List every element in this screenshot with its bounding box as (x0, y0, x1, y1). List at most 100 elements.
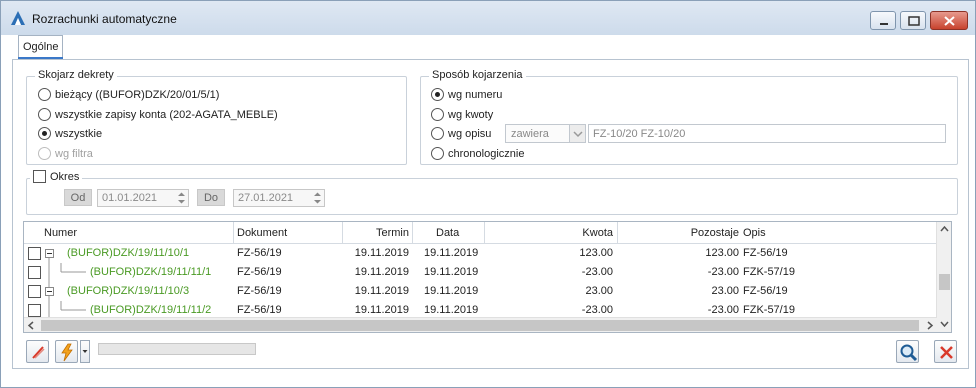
clear-button[interactable] (26, 340, 49, 363)
input-value: FZ-10/20 FZ-10/20 (593, 128, 686, 140)
tab-label: Ogólne (23, 41, 59, 53)
collapse-icon[interactable] (45, 287, 54, 296)
cell-termin: 19.11.2019 (354, 285, 409, 297)
radio-by-description[interactable]: wg opisu (431, 127, 491, 140)
cell-numer: (BUFOR)DZK/19/11/10/1 (67, 247, 190, 259)
cancel-button[interactable] (934, 340, 957, 363)
radio-indicator (431, 88, 444, 101)
close-icon (944, 16, 955, 26)
clear-icon (32, 346, 45, 359)
cell-kwota: 23.00 (585, 285, 613, 297)
description-operator-select[interactable]: zawiera (505, 124, 586, 143)
cell-termin: 19.11.2019 (354, 247, 409, 259)
column-header-pozostaje[interactable]: Pozostaje (619, 227, 739, 239)
radio-indicator (431, 127, 444, 140)
row-checkbox[interactable] (28, 266, 41, 279)
column-header-numer[interactable]: Numer (44, 227, 77, 239)
table-row[interactable]: (BUFOR)DZK/19/11/10/3 FZ-56/19 19.11.201… (24, 282, 937, 301)
cell-termin: 19.11.2019 (354, 266, 409, 278)
column-header-dokument[interactable]: Dokument (237, 227, 287, 239)
cell-data: 19.11.2019 (424, 247, 479, 259)
radio-indicator (38, 88, 51, 101)
scroll-right-icon[interactable] (927, 321, 934, 330)
description-input[interactable]: FZ-10/20 FZ-10/20 (588, 124, 946, 143)
minimize-icon (880, 23, 888, 25)
period-label: Okres (50, 170, 80, 183)
radio-indicator (38, 127, 51, 140)
settlements-table: Numer Dokument Termin Data Kwota Pozosta… (23, 221, 952, 333)
cancel-x-icon (940, 346, 953, 359)
period-checkbox[interactable] (33, 170, 46, 183)
table-row[interactable]: (BUFOR)DZK/19/11/10/1 FZ-56/19 19.11.201… (24, 244, 937, 263)
horizontal-scrollbar[interactable] (24, 317, 937, 332)
radio-all-account-entries[interactable]: wszystkie zapisy konta (202-AGATA_MEBLE) (38, 108, 278, 121)
maximize-button[interactable] (900, 11, 926, 30)
auto-match-dropdown[interactable] (80, 340, 90, 363)
radio-label: wszystkie (55, 127, 103, 140)
row-checkbox[interactable] (28, 247, 41, 260)
tab-ogolne[interactable]: Ogólne (18, 35, 63, 58)
column-header-termin[interactable]: Termin (344, 227, 409, 239)
cell-pozostaje: -23.00 (707, 266, 739, 278)
minimize-button[interactable] (870, 11, 896, 30)
radio-current[interactable]: bieżący ((BUFOR)DZK/20/01/5/1) (38, 88, 219, 101)
collapse-icon[interactable] (45, 249, 54, 258)
cell-dokument: FZ-56/19 (237, 285, 282, 297)
row-checkbox[interactable] (28, 285, 41, 298)
table-header: Numer Dokument Termin Data Kwota Pozosta… (24, 222, 937, 244)
scroll-down-icon[interactable] (940, 321, 949, 328)
row-checkbox[interactable] (28, 304, 41, 317)
cell-data: 19.11.2019 (424, 304, 479, 316)
spinner-icon[interactable] (312, 191, 323, 205)
radio-indicator (38, 108, 51, 121)
vertical-scrollbar[interactable] (936, 222, 951, 332)
period-toggle[interactable]: Okres (30, 170, 83, 183)
radio-label: wg kwoty (448, 108, 494, 121)
scroll-left-icon[interactable] (27, 321, 34, 330)
radio-by-amount[interactable]: wg kwoty (431, 108, 493, 121)
cell-data: 19.11.2019 (424, 285, 479, 297)
to-label: Do (197, 189, 225, 206)
column-header-data[interactable]: Data (436, 227, 459, 239)
auto-match-button[interactable] (55, 340, 78, 363)
cell-pozostaje: -23.00 (707, 304, 739, 316)
search-button[interactable] (896, 340, 919, 363)
scroll-up-icon[interactable] (940, 225, 949, 232)
scroll-thumb[interactable] (939, 274, 950, 290)
cell-data: 19.11.2019 (424, 266, 479, 278)
cell-dokument: FZ-56/19 (237, 266, 282, 278)
date-value: 27.01.2021 (238, 192, 294, 204)
restore-icon (908, 16, 920, 26)
radio-by-number[interactable]: wg numeru (431, 88, 502, 101)
cell-pozostaje: 123.00 (705, 247, 739, 259)
from-label: Od (64, 189, 92, 206)
window-title: Rozrachunki automatyczne (32, 12, 177, 26)
radio-chronological[interactable]: chronologicznie (431, 147, 524, 160)
close-button[interactable] (930, 11, 968, 30)
column-header-opis[interactable]: Opis (743, 227, 766, 239)
date-value: 01.01.2021 (102, 192, 158, 204)
radio-label: wszystkie zapisy konta (202-AGATA_MEBLE) (55, 108, 278, 121)
cell-pozostaje: 23.00 (711, 285, 739, 297)
cell-kwota: 123.00 (579, 247, 613, 259)
spinner-icon[interactable] (176, 191, 187, 205)
radio-label: wg filtra (55, 147, 93, 160)
main-window: Rozrachunki automatyczne Ogólne Skojarz … (0, 0, 976, 388)
column-header-kwota[interactable]: Kwota (486, 227, 613, 239)
cell-kwota: -23.00 (581, 304, 613, 316)
cell-opis: FZ-56/19 (743, 285, 788, 297)
cell-opis: FZ-56/19 (743, 247, 788, 259)
scroll-thumb-horizontal[interactable] (41, 320, 919, 331)
cell-dokument: FZ-56/19 (237, 247, 282, 259)
cell-numer: (BUFOR)DZK/19/11/11/2 (90, 304, 212, 316)
radio-indicator (38, 147, 51, 160)
date-from-input[interactable]: 01.01.2021 (97, 189, 189, 207)
cell-termin: 19.11.2019 (354, 304, 409, 316)
radio-all[interactable]: wszystkie (38, 127, 102, 140)
radio-label: wg opisu (448, 127, 492, 140)
table-row[interactable]: (BUFOR)DZK/19/11/11/1 FZ-56/19 19.11.201… (24, 263, 937, 282)
select-value: zawiera (511, 128, 549, 140)
radio-label: bieżący ((BUFOR)DZK/20/01/5/1) (55, 88, 220, 101)
date-to-input[interactable]: 27.01.2021 (233, 189, 325, 207)
radio-indicator (431, 108, 444, 121)
